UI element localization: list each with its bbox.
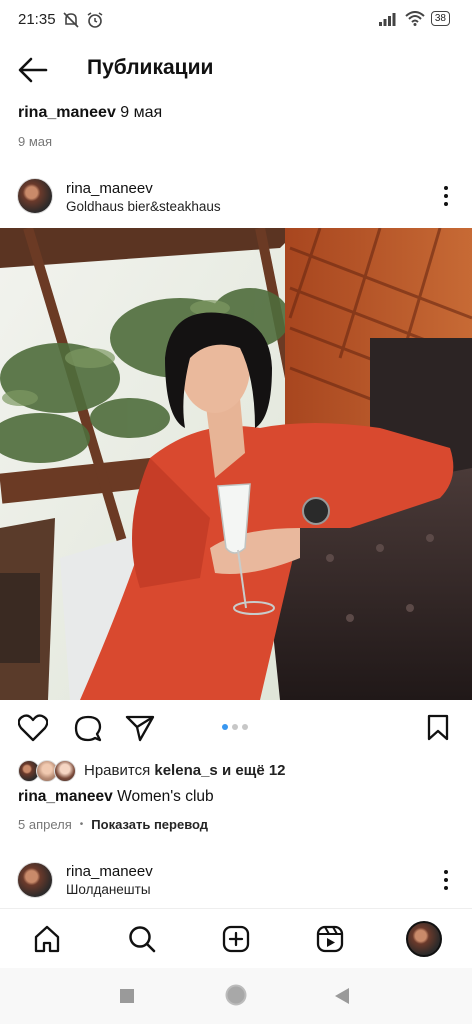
repost-date-line: 9 мая — [18, 134, 53, 149]
profile-avatar — [406, 921, 442, 957]
likes-row[interactable]: Нравится kelena_s и ещё 12 — [18, 758, 286, 782]
status-right: 38 — [378, 11, 450, 26]
heart-icon — [17, 714, 49, 742]
home-system-button[interactable] — [225, 984, 247, 1011]
more-dot — [444, 878, 448, 882]
share-button[interactable] — [125, 714, 155, 747]
repost-info: rina_maneev 9 мая — [18, 104, 162, 122]
repost-date: 9 мая — [120, 104, 163, 121]
next-post-more-button[interactable] — [436, 868, 456, 892]
recent-apps-button[interactable] — [120, 989, 134, 1008]
status-left-icons — [62, 11, 104, 29]
save-button[interactable] — [426, 714, 450, 747]
more-dot — [444, 202, 448, 206]
send-icon — [125, 715, 155, 742]
bookmark-icon — [427, 714, 449, 741]
carousel-indicator — [222, 724, 248, 730]
post-meta: 5 апреля • Показать перевод — [18, 817, 208, 832]
triangle-back-icon — [335, 988, 349, 1004]
bottom-navigation — [0, 908, 472, 969]
caption-username[interactable]: rina_maneev — [18, 788, 113, 805]
back-system-button[interactable] — [335, 988, 349, 1009]
next-post-avatar[interactable] — [17, 862, 53, 898]
separator-dot: • — [79, 819, 84, 830]
repost-username[interactable]: rina_maneev — [18, 104, 116, 121]
nav-profile[interactable] — [406, 921, 442, 957]
arrow-left-icon — [18, 57, 48, 83]
more-dot — [444, 886, 448, 890]
status-time: 21:35 — [18, 11, 56, 28]
nav-reels[interactable] — [312, 921, 348, 957]
nav-home[interactable] — [29, 921, 65, 957]
header: Публикации — [0, 42, 472, 98]
wifi-icon — [405, 11, 425, 26]
likes-suffix[interactable]: и ещё 12 — [222, 762, 286, 779]
post-avatar[interactable] — [17, 178, 53, 214]
more-dot — [444, 194, 448, 198]
post-header: rina_maneev Goldhaus bier&steakhaus — [0, 172, 472, 224]
likes-user[interactable]: kelena_s — [154, 762, 217, 779]
system-navigation — [0, 968, 472, 1024]
caption-text: Women's club — [117, 788, 214, 805]
muted-notification-icon — [63, 12, 79, 28]
signal-icon — [378, 12, 396, 26]
back-button[interactable] — [16, 54, 50, 86]
circle-icon — [225, 984, 247, 1006]
search-icon — [129, 926, 156, 953]
carousel-dot — [232, 724, 238, 730]
post-username[interactable]: rina_maneev — [66, 180, 153, 197]
page-title: Публикации — [87, 56, 214, 79]
comment-button[interactable] — [73, 714, 103, 749]
likes-prefix: Нравится — [84, 761, 151, 779]
status-bar: 21:35 38 — [0, 0, 472, 42]
post-photo[interactable] — [0, 228, 472, 700]
nav-search[interactable] — [124, 921, 160, 957]
more-vertical-icon — [444, 186, 448, 190]
comment-icon — [74, 715, 102, 742]
battery-indicator: 38 — [430, 11, 450, 26]
next-post-header: rina_maneev Шолданешты — [0, 858, 472, 902]
liker-avatar — [54, 760, 76, 782]
next-post-username[interactable]: rina_maneev — [66, 863, 153, 880]
add-icon — [222, 925, 250, 953]
post-location[interactable]: Goldhaus bier&steakhaus — [66, 199, 221, 214]
translate-link[interactable]: Показать перевод — [91, 817, 208, 832]
nav-create[interactable] — [218, 921, 254, 957]
reels-icon — [316, 925, 344, 953]
more-vertical-icon — [444, 870, 448, 874]
post-actions — [0, 706, 472, 750]
home-icon — [34, 925, 60, 953]
post-image — [0, 228, 472, 700]
post-date: 5 апреля — [18, 817, 72, 832]
more-options-button[interactable] — [436, 184, 456, 208]
carousel-dot — [242, 724, 248, 730]
carousel-dot-active — [222, 724, 228, 730]
next-post-location[interactable]: Шолданешты — [66, 882, 151, 897]
square-icon — [120, 989, 134, 1003]
post-caption: rina_maneev Women's club — [18, 788, 214, 806]
likes-text: Нравится kelena_s и ещё 12 — [84, 762, 286, 779]
like-avatars — [18, 759, 78, 782]
alarm-icon — [87, 12, 103, 28]
like-button[interactable] — [17, 714, 49, 747]
